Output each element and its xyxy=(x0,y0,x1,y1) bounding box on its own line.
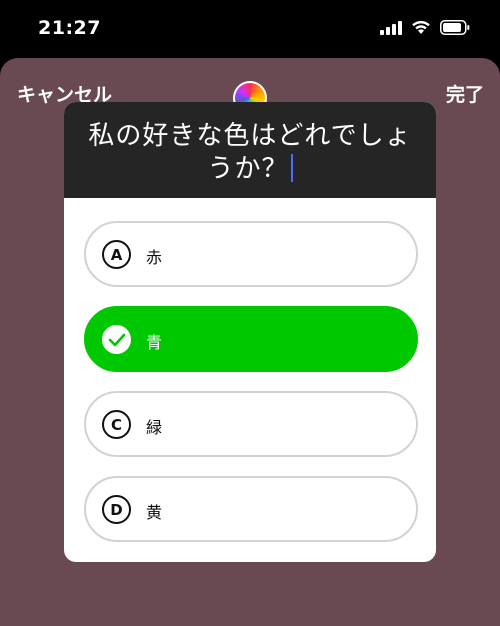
done-button[interactable]: 完了 xyxy=(446,80,484,107)
status-bar: 21:27 xyxy=(0,0,500,58)
option-label: 赤 xyxy=(146,248,163,267)
screen: 21:27 キャンセル 完了 私の好きな色はどれでしょうか？ A 赤 青 C 緑… xyxy=(0,0,500,626)
quiz-sticker: 私の好きな色はどれでしょうか？ A 赤 青 C 緑 D 黄 xyxy=(64,102,436,562)
option-label: 黄 xyxy=(146,503,163,522)
check-icon xyxy=(102,325,131,354)
option-badge-a: A xyxy=(102,240,131,269)
quiz-question-area[interactable]: 私の好きな色はどれでしょうか？ xyxy=(64,102,436,198)
signal-icon xyxy=(380,20,402,39)
question-text: 私の好きな色はどれでしょうか？ xyxy=(88,121,412,184)
option-badge-d: D xyxy=(102,495,131,524)
answer-option-b[interactable]: 青 xyxy=(84,306,418,372)
text-cursor xyxy=(290,154,293,182)
option-badge-c: C xyxy=(102,410,131,439)
battery-icon xyxy=(440,20,470,39)
option-label: 青 xyxy=(146,333,163,352)
question-input[interactable]: 私の好きな色はどれでしょうか？ xyxy=(80,120,420,186)
answer-option-a[interactable]: A 赤 xyxy=(84,221,418,287)
status-icons xyxy=(380,20,470,39)
status-time: 21:27 xyxy=(38,17,101,39)
wifi-icon xyxy=(411,20,431,39)
answer-option-d[interactable]: D 黄 xyxy=(84,476,418,542)
answer-option-c[interactable]: C 緑 xyxy=(84,391,418,457)
option-label: 緑 xyxy=(146,418,163,437)
